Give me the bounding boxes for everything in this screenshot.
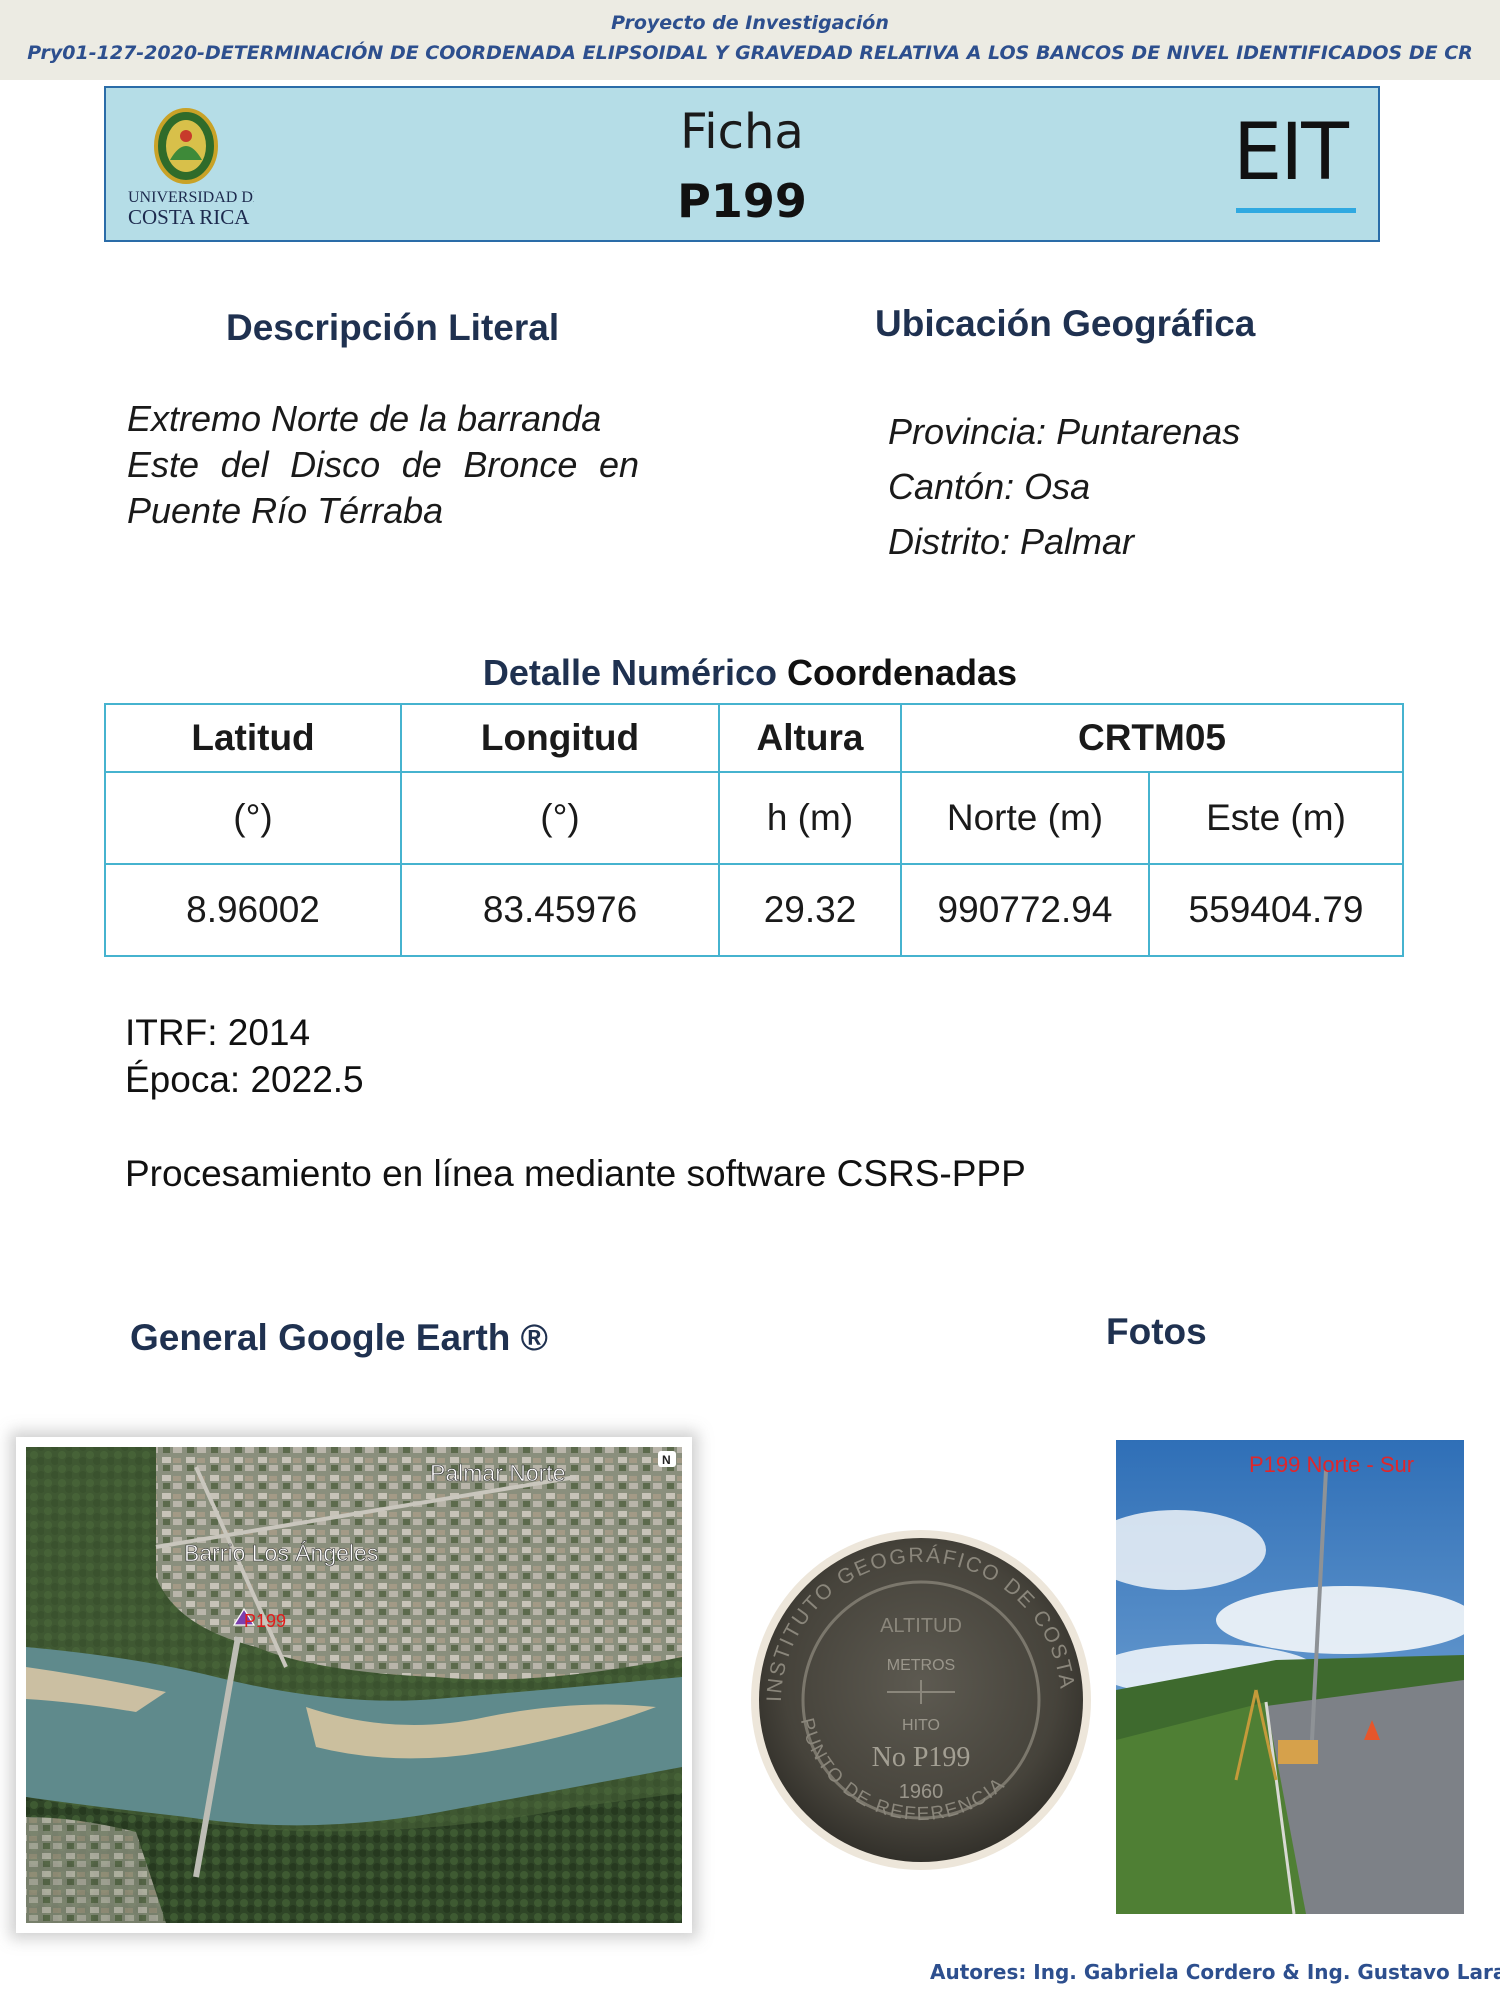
photo-caption: P199 Norte - Sur: [1249, 1452, 1414, 1477]
eit-logo-text: EIT: [1233, 108, 1349, 198]
descripcion-text: Extremo Norte de la barranda Este del Di…: [127, 396, 639, 534]
descripcion-line: Este del Disco de Bronce en: [127, 444, 639, 485]
disk-point-number: No P199: [872, 1742, 971, 1773]
epoca-note: Época: 2022.5: [125, 1059, 364, 1100]
detalle-title-part2: Coordenadas: [787, 652, 1018, 693]
header-box: UNIVERSIDAD DE COSTA RICA Ficha P199 EIT: [104, 86, 1380, 242]
value-longitud: 83.45976: [400, 863, 720, 957]
ubicacion-heading: Ubicación Geográfica: [875, 303, 1256, 344]
bronze-disk-photo: INSTITUTO GEOGRÁFICO DE COSTA RICA PUNTO…: [728, 1502, 1105, 1880]
distrito: Distrito: Palmar: [888, 521, 1135, 562]
map-label-barrio: Barrio Los Ángeles: [184, 1540, 378, 1566]
value-este: 559404.79: [1148, 863, 1404, 957]
value-altura: 29.32: [718, 863, 902, 957]
ubicacion-text: Provincia: Puntarenas Cantón: Osa Distri…: [888, 404, 1240, 569]
unit-latitud: (°): [104, 771, 402, 865]
table-values-row: 8.96002 83.45976 29.32 990772.94 559404.…: [104, 863, 1404, 957]
canton: Cantón: Osa: [888, 466, 1091, 507]
unit-longitud: (°): [400, 771, 720, 865]
procesamiento-note: Procesamiento en línea mediante software…: [125, 1153, 1026, 1194]
value-latitud: 8.96002: [104, 863, 402, 957]
disk-altitud: ALTITUD: [880, 1615, 962, 1637]
disk-year: 1960: [899, 1781, 944, 1803]
project-title: Pry01-127-2020-DETERMINACIÓN DE COORDENA…: [27, 42, 1473, 64]
google-earth-map: N Palmar Norte Barrio Los Ángeles P199: [16, 1437, 692, 1933]
unit-este: Este (m): [1148, 771, 1404, 865]
header-longitud: Longitud: [400, 703, 720, 773]
authors-footer: Autores: Ing. Gabriela Cordero & Ing. Gu…: [930, 1960, 1500, 1984]
eit-underline: [1236, 208, 1356, 213]
unit-altura: h (m): [718, 771, 902, 865]
detalle-heading: Detalle Numérico Coordenadas: [0, 652, 1500, 694]
table-units-row: (°) (°) h (m) Norte (m) Este (m): [104, 771, 1404, 865]
project-banner: Proyecto de Investigación Pry01-127-2020…: [0, 0, 1500, 80]
descripcion-line: Puente Río Térraba: [127, 490, 444, 531]
descripcion-line: Extremo Norte de la barranda: [127, 398, 602, 439]
descripcion-heading: Descripción Literal: [226, 307, 560, 348]
table-header-row: Latitud Longitud Altura CRTM05: [104, 703, 1404, 773]
header-crtm05: CRTM05: [900, 703, 1404, 773]
itrf-note: ITRF: 2014: [125, 1012, 311, 1053]
north-indicator: N: [662, 1453, 671, 1467]
sheet-title: Ficha: [680, 104, 804, 160]
disk-hito: HITO: [902, 1717, 940, 1734]
fotos-heading: Fotos: [1106, 1311, 1207, 1352]
map-label-palmar: Palmar Norte: [430, 1460, 565, 1486]
coordinates-table: Latitud Longitud Altura CRTM05 (°) (°) h…: [104, 703, 1404, 957]
provincia: Provincia: Puntarenas: [888, 411, 1241, 452]
header-latitud: Latitud: [104, 703, 402, 773]
map-point-label: P199: [244, 1611, 286, 1631]
disk-metros: METROS: [887, 1657, 955, 1674]
header-altura: Altura: [718, 703, 902, 773]
project-label: Proyecto de Investigación: [611, 12, 889, 34]
value-norte: 990772.94: [900, 863, 1150, 957]
detalle-title-part1: Detalle Numérico: [482, 652, 778, 693]
map-heading: General Google Earth ®: [130, 1317, 548, 1358]
unit-norte: Norte (m): [900, 771, 1150, 865]
site-photo: P199 Norte - Sur: [1116, 1440, 1464, 1914]
point-code: P199: [677, 174, 807, 228]
